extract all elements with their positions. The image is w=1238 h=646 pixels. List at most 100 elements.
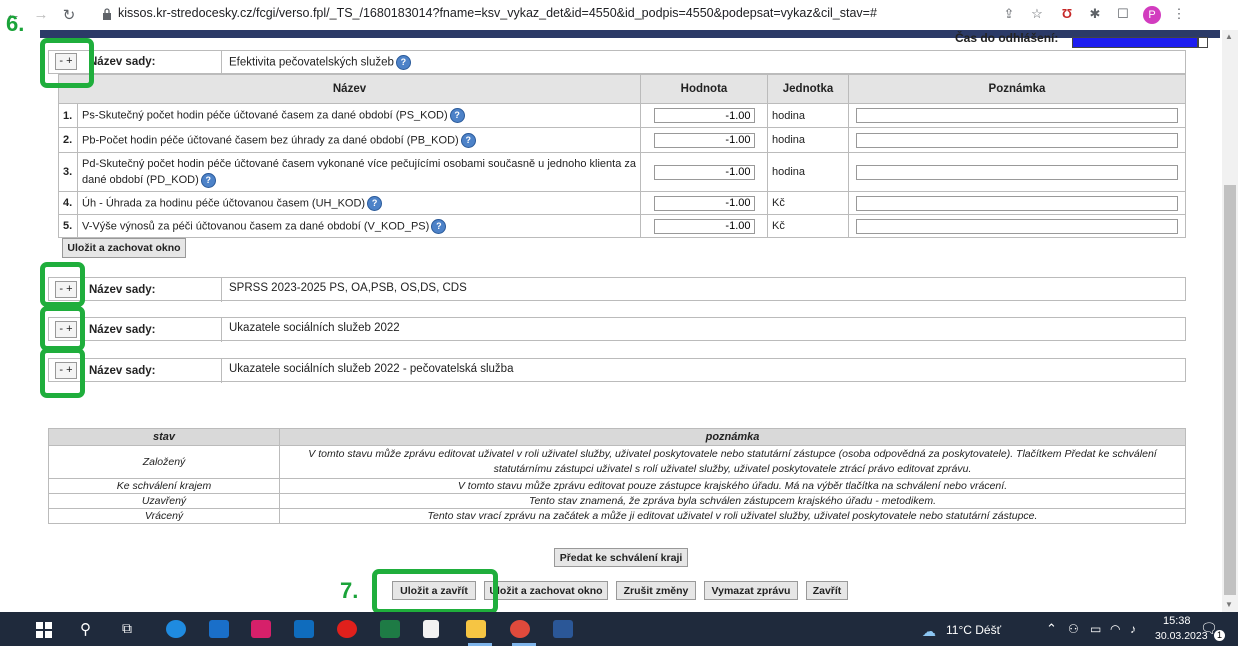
set-name: Efektivita pečovatelských služeb? xyxy=(229,55,411,70)
note-input[interactable] xyxy=(856,108,1178,123)
menu-kebab-icon[interactable]: ⋮ xyxy=(1170,6,1188,24)
row-unit: Kč xyxy=(767,214,849,238)
row-unit: hodina xyxy=(767,152,849,192)
forward-icon[interactable]: → xyxy=(32,6,50,23)
mail-icon[interactable] xyxy=(294,620,314,638)
highlight-box xyxy=(40,38,94,88)
sidepanel-icon[interactable]: ☐ xyxy=(1114,6,1132,24)
tray-chevron-icon[interactable]: ⌃ xyxy=(1046,621,1057,637)
separator xyxy=(221,359,222,383)
help-icon[interactable]: ? xyxy=(367,195,383,211)
bookmark-star-icon[interactable]: ☆ xyxy=(1028,6,1046,24)
weather-icon[interactable]: ☁ xyxy=(922,623,936,640)
set-name: Ukazatele sociálních služeb 2022 - pečov… xyxy=(229,363,514,375)
gift-app-icon[interactable] xyxy=(251,620,271,638)
extensions-puzzle-icon[interactable]: ✱ xyxy=(1086,6,1104,24)
discard-changes-button[interactable]: Zrušit změny xyxy=(616,581,696,600)
delete-report-button[interactable]: Vymazat zprávu xyxy=(704,581,798,600)
address-bar[interactable]: kissos.kr-stredocesky.cz/fcgi/verso.fpl/… xyxy=(118,6,877,20)
indicator-table: Název Hodnota Jednotka Poznámka 1. Ps-Sk… xyxy=(58,74,1186,238)
chrome-icon[interactable] xyxy=(510,620,530,638)
col-note: Poznámka xyxy=(848,74,1186,104)
row-number: 5. xyxy=(58,214,78,238)
row-name: Ps-Skutečný počet hodin péče účtované ča… xyxy=(77,103,641,128)
help-icon[interactable]: ? xyxy=(449,108,465,123)
close-button[interactable]: Zavřít xyxy=(806,581,848,600)
word-icon[interactable] xyxy=(553,620,573,638)
highlight-box xyxy=(40,348,85,398)
note-input[interactable] xyxy=(856,132,1178,148)
legend-row: Uzavřený Tento stav znamená, že zpráva b… xyxy=(48,493,1186,509)
scrollbar-thumb[interactable] xyxy=(1224,185,1236,595)
legend-note: V tomto stavu může zprávu editovat pouze… xyxy=(279,478,1186,494)
weather-text[interactable]: 11°C Déšť xyxy=(946,623,1001,637)
row-unit: hodina xyxy=(767,103,849,128)
session-timeout-bar xyxy=(1072,37,1198,48)
reload-icon[interactable]: ↻ xyxy=(60,6,78,24)
edge-icon[interactable] xyxy=(166,620,186,638)
excel-icon[interactable] xyxy=(380,620,400,638)
set-row-2: Název sady: SPRSS 2023-2025 PS, OA,PSB, … xyxy=(48,277,1186,302)
table-row: 1. Ps-Skutečný počet hodin péče účtované… xyxy=(58,103,1186,128)
save-keep-window-button-set[interactable]: Uložit a zachovat okno xyxy=(62,238,186,258)
legend-state: Založený xyxy=(48,445,280,479)
share-icon[interactable]: ⇪ xyxy=(1000,6,1018,24)
row-name: V-Výše výnosů za péči účtovanou časem za… xyxy=(77,214,641,238)
value-input[interactable] xyxy=(653,195,755,211)
tray-device-icon[interactable]: ⚇ xyxy=(1068,622,1079,636)
file-explorer-icon[interactable] xyxy=(466,620,486,638)
note-input[interactable] xyxy=(856,164,1178,180)
legend-col-state: stav xyxy=(48,428,280,446)
table-row: 2. Pb-Počet hodin péče účtované časem be… xyxy=(58,127,1186,153)
legend-col-note: poznámka xyxy=(279,428,1186,446)
scroll-up-icon[interactable]: ▲ xyxy=(1225,32,1233,41)
value-input[interactable] xyxy=(653,132,755,148)
scroll-down-icon[interactable]: ▼ xyxy=(1225,600,1233,609)
help-icon[interactable]: ? xyxy=(395,55,411,70)
windows-start-icon[interactable] xyxy=(36,622,52,638)
row-number: 2. xyxy=(58,127,78,153)
value-input[interactable] xyxy=(653,164,755,180)
help-icon[interactable]: ? xyxy=(200,172,216,188)
legend-state: Uzavřený xyxy=(48,493,280,509)
value-input[interactable] xyxy=(653,108,755,123)
set-name: SPRSS 2023-2025 PS, OA,PSB, OS,DS, CDS xyxy=(229,282,467,294)
value-input[interactable] xyxy=(653,218,755,234)
state-legend-table: stav poznámka Založený V tomto stavu můž… xyxy=(48,428,1186,524)
extension-icon[interactable]: Ʊ xyxy=(1058,6,1076,24)
help-icon[interactable]: ? xyxy=(460,132,476,148)
notification-count: 1 xyxy=(1214,630,1225,641)
save-keep-window-button[interactable]: Uložit a zachovat okno xyxy=(484,581,608,600)
submit-to-region-button[interactable]: Předat ke schválení kraji xyxy=(554,548,688,567)
search-icon[interactable]: ⚲ xyxy=(80,620,91,638)
step-number-7: 7. xyxy=(340,578,359,603)
note-input[interactable] xyxy=(856,218,1178,234)
profile-avatar[interactable]: P xyxy=(1143,6,1161,24)
highlight-box xyxy=(372,569,498,614)
row-number: 1. xyxy=(58,103,78,128)
row-unit: Kč xyxy=(767,191,849,215)
legend-note: Tento stav vrací zprávu na začátek a můž… xyxy=(279,508,1186,524)
document-icon[interactable] xyxy=(423,620,439,638)
battery-icon[interactable]: ▭ xyxy=(1090,622,1101,636)
volume-icon[interactable]: ♪ xyxy=(1130,622,1136,636)
set-row-3: Název sady: Ukazatele sociálních služeb … xyxy=(48,317,1186,342)
legend-row: Vrácený Tento stav vrací zprávu na začát… xyxy=(48,508,1186,524)
clock-time[interactable]: 15:38 xyxy=(1163,615,1191,627)
wifi-icon[interactable]: ◠ xyxy=(1110,622,1120,636)
store-icon[interactable] xyxy=(209,620,229,638)
col-value: Hodnota xyxy=(640,74,768,104)
row-number: 4. xyxy=(58,191,78,215)
row-name: Úh - Úhrada za hodinu péče účtovanou čas… xyxy=(77,191,641,215)
help-icon[interactable]: ? xyxy=(431,218,447,234)
legend-note: V tomto stavu může zprávu editovat uživa… xyxy=(279,445,1186,479)
legend-note: Tento stav znamená, že zpráva byla schvá… xyxy=(279,493,1186,509)
separator xyxy=(221,51,222,75)
lock-icon[interactable] xyxy=(102,8,112,20)
opera-icon[interactable] xyxy=(337,620,357,638)
note-input[interactable] xyxy=(856,195,1178,211)
table-row: 5. V-Výše výnosů za péči účtovanou časem… xyxy=(58,214,1186,238)
task-view-icon[interactable]: ⧉ xyxy=(122,620,132,637)
highlight-box xyxy=(40,262,85,307)
table-row: 4. Úh - Úhrada za hodinu péče účtovanou … xyxy=(58,191,1186,215)
